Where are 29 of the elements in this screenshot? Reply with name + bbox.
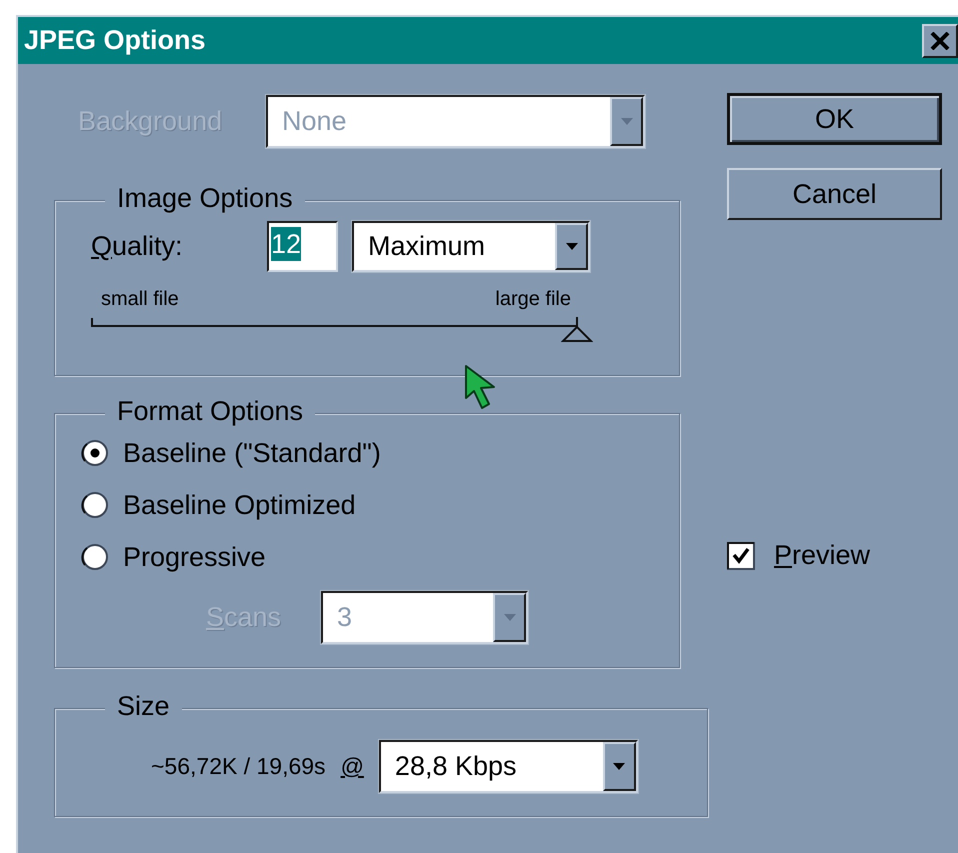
radio-button[interactable] — [81, 491, 109, 519]
dialog-button[interactable]: Cancel — [727, 168, 942, 220]
checkbox-label[interactable]: Preview — [774, 540, 870, 571]
dropdown-button[interactable] — [602, 742, 636, 791]
quality-field[interactable]: 12 — [267, 221, 338, 272]
caret-icon — [504, 614, 516, 621]
dropdown-button[interactable] — [555, 223, 588, 270]
size-estimate: ~56,72K / 19,69s — [151, 753, 326, 780]
slider-thumb[interactable] — [561, 317, 593, 343]
radio-button[interactable] — [81, 543, 109, 571]
close-button[interactable] — [922, 24, 958, 58]
dropdown[interactable]: 28,8 Kbps — [378, 740, 638, 793]
caret-icon — [566, 243, 578, 250]
caret-icon — [620, 118, 632, 125]
close-icon — [930, 32, 950, 50]
dialog-button[interactable]: OK — [727, 93, 942, 145]
window-title: JPEG Options — [23, 25, 206, 56]
checkbox[interactable] — [727, 542, 755, 570]
radio-button[interactable] — [81, 439, 109, 467]
dropdown[interactable]: Maximum — [352, 221, 590, 272]
radio-label[interactable]: Baseline ("Standard") — [123, 438, 381, 468]
radio-label[interactable]: Progressive — [123, 542, 266, 572]
slider-label: small file — [101, 288, 179, 311]
cursor-icon — [464, 364, 498, 412]
field-label: @ — [340, 753, 364, 780]
caret-icon — [613, 763, 626, 770]
field-label: Quality: — [91, 231, 184, 262]
slider-label: large file — [495, 288, 571, 311]
radio-label[interactable]: Baseline Optimized — [123, 490, 356, 520]
